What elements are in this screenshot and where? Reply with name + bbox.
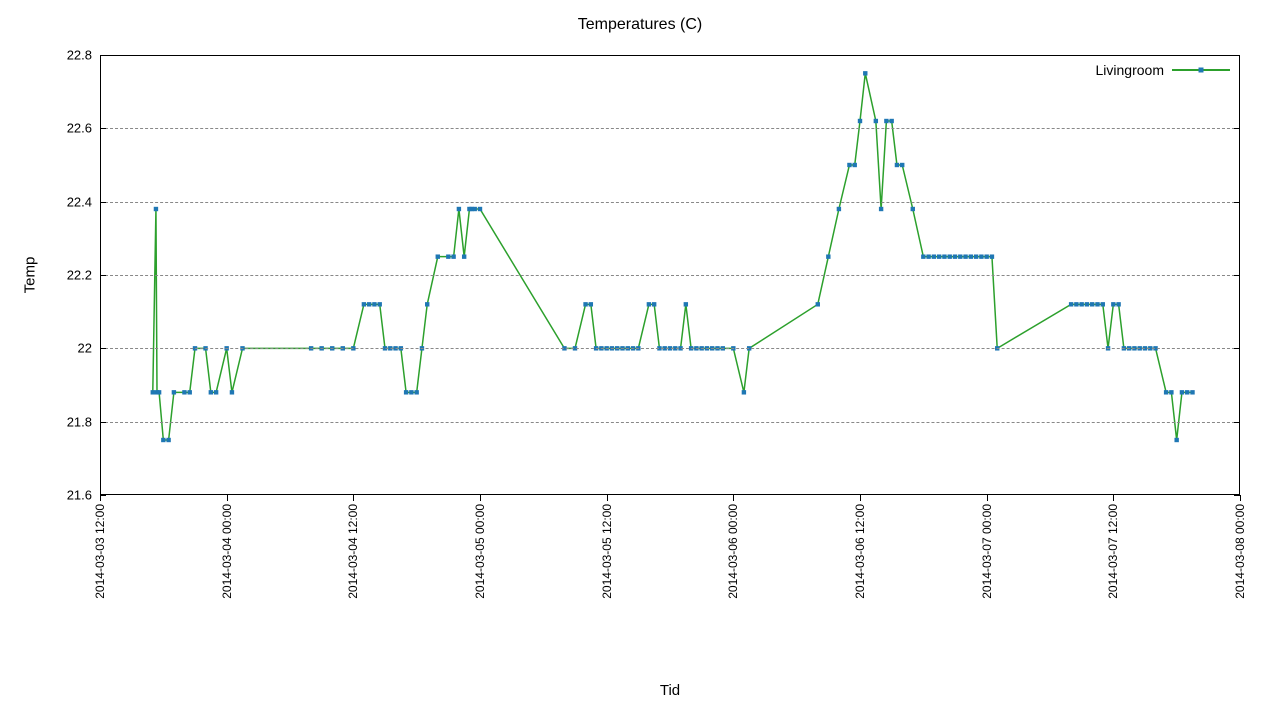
x-axis-label: Tid [660,682,680,699]
x-tick-label: 2014-03-04 12:00 [346,504,360,599]
legend-line-icon [1172,69,1230,71]
chart-title: Temperatures (C) [0,16,1280,34]
x-tick-label: 2014-03-05 00:00 [473,504,487,599]
chart-container: Temperatures (C) Temp Tid Livingroom 21.… [0,0,1280,720]
x-tick-label: 2014-03-03 12:00 [93,504,107,599]
y-tick-label: 22 [78,341,92,356]
legend: Livingroom [1096,62,1230,78]
x-tick-label: 2014-03-06 12:00 [853,504,867,599]
x-tick-label: 2014-03-04 00:00 [220,504,234,599]
y-tick-label: 22.8 [67,48,92,63]
x-tick-label: 2014-03-07 00:00 [980,504,994,599]
legend-entry-label: Livingroom [1096,62,1164,78]
x-tick-label: 2014-03-08 00:00 [1233,504,1247,599]
y-tick-label: 22.6 [67,121,92,136]
x-tick-label: 2014-03-05 12:00 [600,504,614,599]
y-tick-label: 22.4 [67,194,92,209]
y-tick-label: 22.2 [67,268,92,283]
y-axis-label: Temp [22,257,39,294]
y-tick-label: 21.8 [67,414,92,429]
x-tick-label: 2014-03-06 00:00 [726,504,740,599]
x-tick-label: 2014-03-07 12:00 [1106,504,1120,599]
y-tick-label: 21.6 [67,488,92,503]
